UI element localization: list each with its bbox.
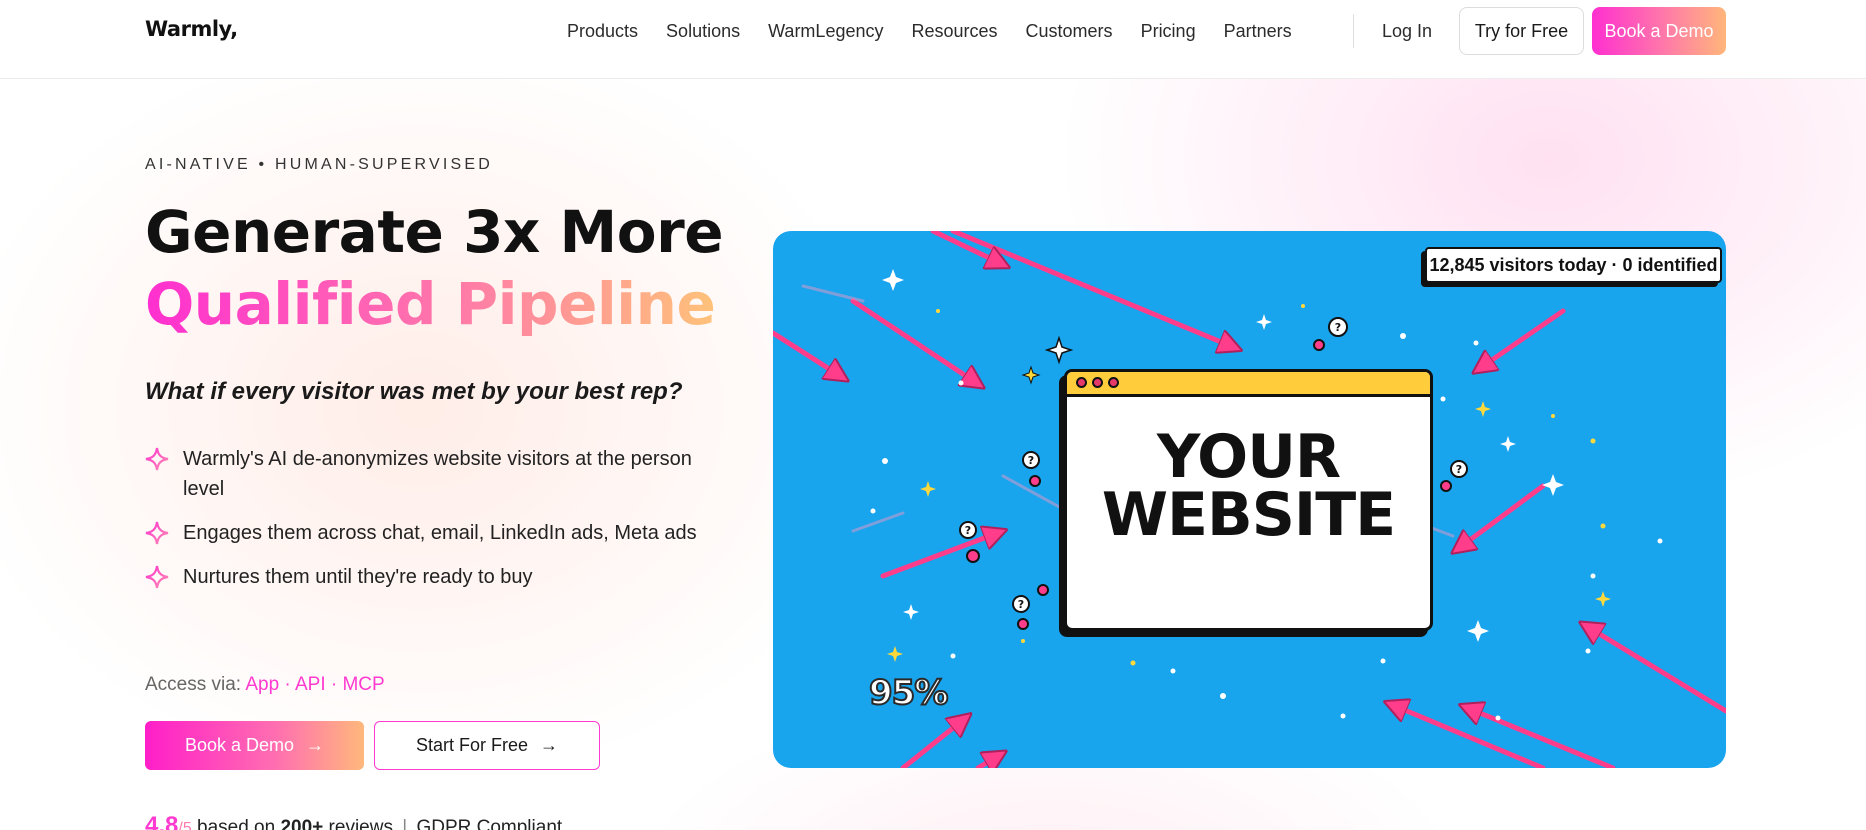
access-label: Access via: <box>145 674 242 695</box>
feature-text: Engages them across chat, email, LinkedI… <box>183 522 697 544</box>
compliance-label: GDPR Compliant <box>416 817 563 830</box>
start-free-label: Start For Free <box>415 735 529 755</box>
browser-label-line2: WEBSITE <box>1101 480 1396 550</box>
svg-text:?: ? <box>1456 463 1462 476</box>
nav-resources[interactable]: Resources <box>911 19 997 43</box>
arrow-graphic <box>880 531 1003 579</box>
access-links[interactable]: App · API · MCP <box>245 674 384 695</box>
arrow-graphic <box>1388 703 1546 768</box>
sparkle-icon <box>145 447 169 471</box>
percent-label: 95% <box>868 672 949 714</box>
logo[interactable]: Warmly, <box>145 17 238 41</box>
nav-pricing[interactable]: Pricing <box>1141 19 1196 43</box>
hero-title: Generate 3x More Qualified Pipeline <box>145 196 724 340</box>
rating-score: 4.8 <box>145 812 179 830</box>
start-for-free-button[interactable]: Start For Free → <box>374 721 600 770</box>
arrow-graphic <box>1583 624 1726 714</box>
rating-prefix: based on <box>197 817 276 830</box>
feature-list: Warmly's AI de-anonymizes website visito… <box>145 444 715 606</box>
svg-text:?: ? <box>1018 598 1024 611</box>
hero-illustration: ? ? ? ? ? 12,845 visitors today · 0 iden… <box>773 231 1726 768</box>
hero-eyebrow: AI-NATIVE • HUMAN-SUPERVISED <box>145 156 493 173</box>
window-dot-icon <box>1076 377 1087 388</box>
rating-line: 4.8/5 based on 200+ reviews | GDPR Compl… <box>145 812 562 830</box>
rating-count: 200+ <box>280 817 324 830</box>
arrow-right-icon: → <box>540 735 559 755</box>
hero-subtitle: What if every visitor was met by your be… <box>145 378 683 405</box>
access-via: Access via: App · API · MCP <box>145 674 385 696</box>
window-dot-icon <box>1092 377 1103 388</box>
feature-text: Nurtures them until they're ready to buy <box>183 566 533 588</box>
svg-text:?: ? <box>1335 321 1341 334</box>
arrow-graphic <box>1463 706 1616 768</box>
nav-products[interactable]: Products <box>567 19 638 43</box>
list-item: Nurtures them until they're ready to buy <box>145 562 715 592</box>
hero-title-line2: Qualified Pipeline <box>145 270 716 338</box>
book-demo-button[interactable]: Book a Demo → <box>145 721 364 770</box>
try-for-free-button[interactable]: Try for Free <box>1459 7 1584 55</box>
hero-title-line1: Generate 3x More <box>145 198 724 266</box>
arrow-graphic <box>1476 308 1566 371</box>
sparkle-icon <box>145 521 169 545</box>
site-header: Warmly, Products Solutions WarmLegency R… <box>0 0 1866 79</box>
rating-separator: | <box>402 817 408 830</box>
list-item: Warmly's AI de-anonymizes website visito… <box>145 444 715 504</box>
nav-warmlegency[interactable]: WarmLegency <box>768 19 883 43</box>
list-item: Engages them across chat, email, LinkedI… <box>145 518 715 548</box>
nav-partners[interactable]: Partners <box>1224 19 1292 43</box>
window-dot-icon <box>1108 377 1119 388</box>
browser-title-bar <box>1067 372 1430 397</box>
arrow-right-icon: → <box>306 735 325 755</box>
login-link[interactable]: Log In <box>1382 19 1432 43</box>
visitor-count-badge: 12,845 visitors today · 0 identified <box>1425 247 1722 283</box>
svg-text:?: ? <box>965 524 971 537</box>
rating-suffix: reviews <box>328 817 393 830</box>
sparkle-icon <box>145 565 169 589</box>
book-demo-button-header[interactable]: Book a Demo <box>1592 7 1726 55</box>
main-nav: Products Solutions WarmLegency Resources… <box>567 19 1320 43</box>
arrow-graphic <box>950 231 1238 349</box>
arrow-graphic <box>1455 483 1546 551</box>
book-demo-label: Book a Demo <box>184 735 295 755</box>
arrow-graphic <box>900 716 968 768</box>
nav-solutions[interactable]: Solutions <box>666 19 740 43</box>
browser-label: YOUR WEBSITE <box>1067 427 1430 545</box>
svg-text:?: ? <box>1028 454 1034 467</box>
arrow-graphic <box>850 298 981 386</box>
browser-window-graphic: YOUR WEBSITE <box>1064 369 1433 631</box>
nav-divider <box>1353 14 1354 48</box>
arrow-graphic <box>773 330 845 379</box>
rating-denominator: /5 <box>178 820 192 830</box>
nav-customers[interactable]: Customers <box>1026 19 1113 43</box>
feature-text: Warmly's AI de-anonymizes website visito… <box>183 448 692 500</box>
arrow-graphic <box>975 753 1003 768</box>
